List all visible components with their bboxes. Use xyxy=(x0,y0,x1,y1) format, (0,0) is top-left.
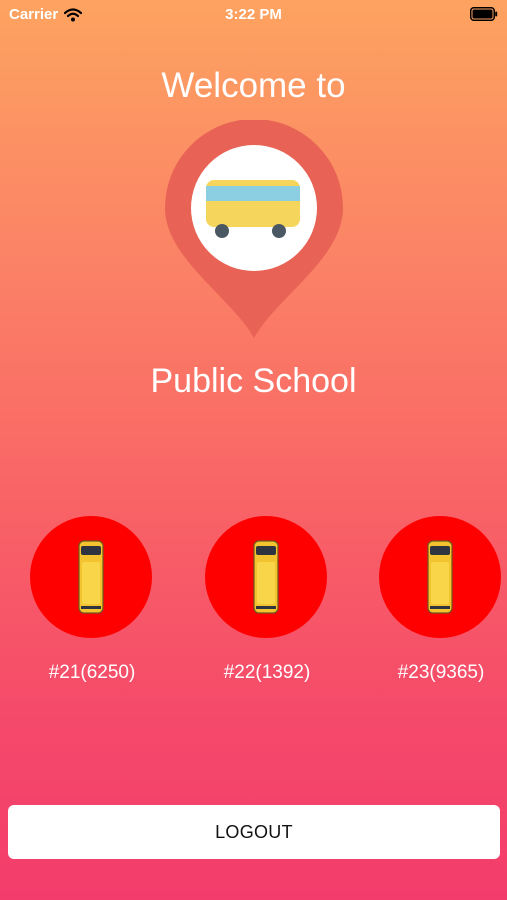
school-bus-location-logo-icon xyxy=(165,120,343,338)
logout-button[interactable]: LOGOUT xyxy=(8,805,500,859)
bus-item-23[interactable]: #23(9365) xyxy=(379,516,503,684)
school-name: Public School xyxy=(150,362,357,400)
status-bar: Carrier 3:22 PM xyxy=(0,0,507,30)
bus-button[interactable] xyxy=(30,516,152,638)
bus-item-22[interactable]: #22(1392) xyxy=(205,516,329,684)
bus-label: #21(6250) xyxy=(48,662,136,683)
battery-icon xyxy=(470,7,498,21)
bus-label: #23(9365) xyxy=(397,662,485,683)
welcome-heading: Welcome to xyxy=(161,66,346,105)
bus-button[interactable] xyxy=(379,516,501,638)
bus-item-21[interactable]: #21(6250) xyxy=(30,516,154,684)
bus-button[interactable] xyxy=(205,516,327,638)
bus-top-view-icon xyxy=(253,540,279,614)
bus-top-view-icon xyxy=(427,540,453,614)
bus-list: #21(6250) #22(1392) #23(9365) xyxy=(0,516,507,696)
bus-label: #22(1392) xyxy=(223,662,311,683)
clock: 3:22 PM xyxy=(225,6,282,23)
bus-top-view-icon xyxy=(78,540,104,614)
